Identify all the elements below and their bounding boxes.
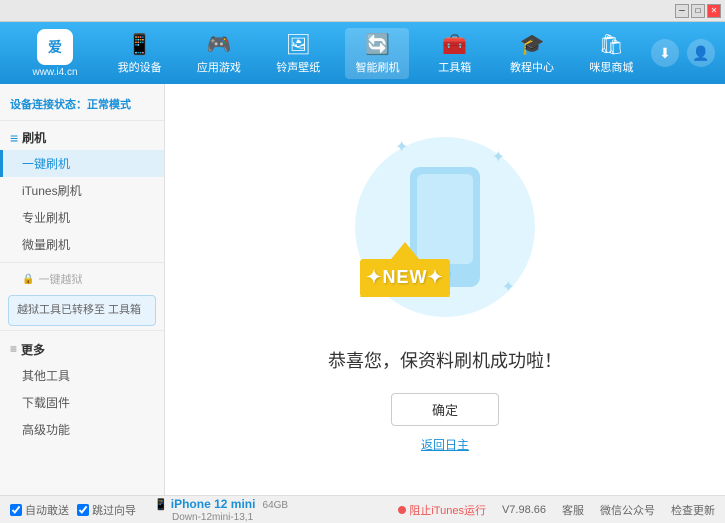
apps-games-label: 应用游戏 (197, 59, 241, 75)
sidebar-item-pro-flash[interactable]: 专业刷机 (0, 204, 164, 231)
go-home-link[interactable]: 返回日主 (421, 436, 469, 453)
more-section-header: ≡ 更多 (0, 335, 164, 362)
nav-item-tutorial[interactable]: 🎓 教程中心 (500, 28, 564, 79)
sparkle-2: ✦ (492, 147, 505, 167)
user-button[interactable]: 👤 (687, 39, 715, 67)
customer-service-link[interactable]: 客服 (562, 502, 584, 518)
logo-text: www.i4.cn (32, 67, 77, 78)
nav-items-container: 📱 我的设备 🎮 应用游戏 🖼 铃声壁纸 🔄 智能刷机 🧰 工具箱 🎓 教程中心… (100, 28, 651, 79)
logo-area[interactable]: 爱 www.i4.cn (10, 29, 100, 78)
wallpaper-label: 铃声壁纸 (276, 59, 320, 75)
main-content: ✦ ✦ ✦ ✦NEW✦ 恭喜您，保资料刷机成功啦！ 确定 返回日主 (165, 84, 725, 495)
skip-wizard-input[interactable] (77, 504, 89, 516)
sidebar-item-other-tools[interactable]: 其他工具 (0, 362, 164, 389)
device-name: iPhone 12 mini (171, 497, 256, 511)
nav-right-controls: ⬇ 👤 (651, 39, 715, 67)
status-label: 设备连接状态： (10, 99, 87, 111)
wallpaper-icon: 🖼 (286, 32, 311, 57)
ribbon-text: ✦NEW✦ (366, 267, 443, 288)
skip-wizard-label: 跳过向导 (92, 502, 136, 518)
bottom-bar: 自动敢送 跳过向导 📱 iPhone 12 mini 64GB Down-12m… (0, 495, 725, 523)
misi-store-icon: 🛍 (599, 32, 624, 57)
auto-start-checkbox[interactable]: 自动敢送 (10, 502, 69, 518)
sidebar-item-itunes-flash[interactable]: iTunes刷机 (0, 177, 164, 204)
main-layout: 设备连接状态：正常模式 ≡ 刷机 一键刷机 iTunes刷机 专业刷机 微量刷机… (0, 84, 725, 495)
jailbreak-label: 一键越狱 (38, 271, 82, 287)
new-ribbon: ✦NEW✦ (360, 242, 450, 297)
nav-item-misi-store[interactable]: 🛍 咪思商城 (579, 28, 643, 79)
download-button[interactable]: ⬇ (651, 39, 679, 67)
minimize-button[interactable]: ─ (675, 4, 689, 18)
device-icon: 📱 (154, 499, 171, 511)
my-device-icon: 📱 (127, 32, 152, 57)
logo-symbol: 爱 (48, 37, 62, 57)
itunes-dot (398, 506, 406, 514)
check-update-link[interactable]: 检查更新 (671, 502, 715, 518)
nav-item-my-device[interactable]: 📱 我的设备 (108, 28, 172, 79)
flash-section-header: ≡ 刷机 (0, 125, 164, 150)
sparkle-3: ✦ (502, 277, 515, 297)
nav-item-wallpaper[interactable]: 🖼 铃声壁纸 (266, 28, 330, 79)
bottom-right: 阻止iTunes运行 V7.98.66 客服 微信公众号 检查更新 (398, 502, 715, 518)
bottom-left: 自动敢送 跳过向导 📱 iPhone 12 mini 64GB Down-12m… (10, 497, 288, 523)
ribbon-body: ✦NEW✦ (360, 259, 450, 297)
connection-status: 设备连接状态：正常模式 (0, 92, 164, 121)
top-navigation: 爱 www.i4.cn 📱 我的设备 🎮 应用游戏 🖼 铃声壁纸 🔄 智能刷机 … (0, 22, 725, 84)
toolbox-label: 工具箱 (438, 59, 471, 75)
skip-wizard-checkbox[interactable]: 跳过向导 (77, 502, 136, 518)
more-icon: ≡ (10, 342, 17, 356)
confirm-button[interactable]: 确定 (391, 393, 499, 426)
auto-start-label: 自动敢送 (25, 502, 69, 518)
title-bar: ─ □ ✕ (0, 0, 725, 22)
tutorial-icon: 🎓 (520, 32, 545, 57)
flash-section-icon: ≡ (10, 130, 18, 146)
bottom-full-layout: 自动敢送 跳过向导 📱 iPhone 12 mini 64GB Down-12m… (10, 497, 715, 523)
device-model: Down-12mini-13,1 (172, 512, 253, 523)
tutorial-label: 教程中心 (510, 59, 554, 75)
sidebar-item-one-click-flash[interactable]: 一键刷机 (0, 150, 164, 177)
smart-flash-icon: 🔄 (365, 32, 390, 57)
sparkle-1: ✦ (395, 137, 408, 157)
lock-icon: 🔒 (22, 274, 34, 285)
toolbox-icon: 🧰 (442, 32, 467, 57)
jailbreak-info-text: 越狱工具已转移至 工具箱 (17, 304, 141, 316)
status-value: 正常模式 (87, 99, 131, 111)
smart-flash-label: 智能刷机 (355, 59, 399, 75)
device-info-area: 📱 iPhone 12 mini 64GB Down-12mini-13,1 (154, 497, 288, 523)
my-device-label: 我的设备 (118, 59, 162, 75)
itunes-status: 阻止iTunes运行 (398, 502, 486, 518)
success-illustration: ✦ ✦ ✦ ✦NEW✦ (345, 127, 545, 327)
window-controls[interactable]: ─ □ ✕ (675, 4, 721, 18)
sidebar-divider-2 (0, 330, 164, 331)
sidebar-divider-1 (0, 262, 164, 263)
more-section-label: 更多 (21, 341, 45, 358)
nav-item-smart-flash[interactable]: 🔄 智能刷机 (345, 28, 409, 79)
sidebar: 设备连接状态：正常模式 ≡ 刷机 一键刷机 iTunes刷机 专业刷机 微量刷机… (0, 84, 165, 495)
sidebar-item-advanced[interactable]: 高级功能 (0, 416, 164, 443)
close-button[interactable]: ✕ (707, 4, 721, 18)
logo-icon: 爱 (37, 29, 73, 65)
device-storage: 64GB (263, 500, 289, 511)
itunes-status-text: 阻止iTunes运行 (409, 502, 486, 518)
sidebar-item-shrink-flash[interactable]: 微量刷机 (0, 231, 164, 258)
flash-section-label: 刷机 (22, 129, 46, 146)
version-text: V7.98.66 (502, 504, 546, 516)
auto-start-input[interactable] (10, 504, 22, 516)
maximize-button[interactable]: □ (691, 4, 705, 18)
nav-item-toolbox[interactable]: 🧰 工具箱 (425, 28, 485, 79)
apps-games-icon: 🎮 (206, 32, 231, 57)
success-message: 恭喜您，保资料刷机成功啦！ (328, 347, 562, 373)
wechat-link[interactable]: 微信公众号 (600, 502, 655, 518)
misi-store-label: 咪思商城 (589, 59, 633, 75)
nav-item-apps-games[interactable]: 🎮 应用游戏 (187, 28, 251, 79)
jailbreak-section-header: 🔒 一键越狱 (0, 267, 164, 291)
sidebar-item-download-firmware[interactable]: 下载固件 (0, 389, 164, 416)
jailbreak-info-box: 越狱工具已转移至 工具箱 (8, 295, 156, 326)
